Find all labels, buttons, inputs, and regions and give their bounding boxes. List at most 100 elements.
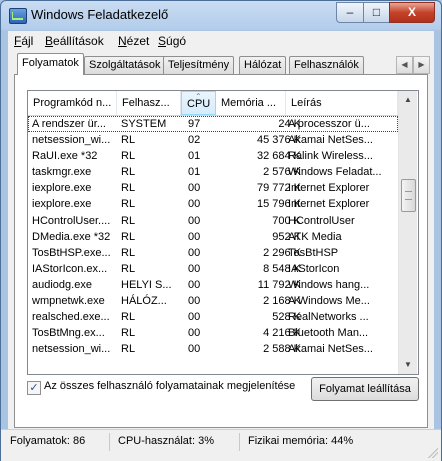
process-cpu: 01 [188, 166, 201, 179]
process-user: RL [121, 246, 136, 259]
menu-file[interactable]: Fájl [14, 34, 33, 48]
process-cpu: 00 [188, 343, 201, 356]
table-row[interactable]: realsched.exe... RL 00 528 K RealNetworks ..… [28, 309, 398, 325]
process-user: SYSTEM [121, 118, 167, 130]
close-button[interactable]: X [389, 2, 435, 23]
tab-networking[interactable]: Hálózat [239, 56, 287, 74]
table-row[interactable]: netsession_wi... RL 00 2 588 K Akamai NetSes… [28, 341, 398, 357]
column-cpu[interactable]: ⌃ CPU [181, 91, 216, 115]
menu-bar: Fájl Beállítások Nézet Súgó [8, 31, 434, 51]
table-row[interactable]: iexplore.exe RL 00 15 796 K Internet Explore… [28, 196, 398, 212]
process-user: RL [121, 214, 136, 227]
process-user: RL [121, 182, 136, 195]
process-description: A Windows Me... [288, 295, 370, 308]
process-rows: A rendszer ür... SYSTEM 97 24 KA processzor… [28, 116, 398, 357]
table-row[interactable]: TosBtHSP.exe... RL 00 2 296 K TosBtHSP [28, 245, 398, 261]
process-name: IAStorIcon.ex... [32, 262, 108, 275]
table-row[interactable]: taskmgr.exe RL 01 2 576 K Windows Feladat... [28, 164, 398, 180]
process-user: RL [121, 198, 136, 211]
end-process-button[interactable]: Folyamat leállítása [311, 377, 419, 401]
process-cpu: 00 [188, 198, 201, 211]
process-name: TosBtHSP.exe... [32, 246, 111, 259]
column-user-name[interactable]: Felhasz... [117, 91, 181, 115]
process-name: HControlUser.... [32, 214, 111, 227]
process-cpu: 00 [188, 295, 201, 308]
process-name: A rendszer ür... [32, 118, 106, 130]
process-cpu: 97 [188, 118, 201, 130]
process-description: A processzor ü... [288, 118, 370, 130]
status-separator [109, 433, 110, 451]
process-description: TosBtHSP [288, 246, 339, 259]
tab-processes[interactable]: Folyamatok [17, 53, 84, 75]
process-user: RL [121, 343, 136, 356]
process-description: Internet Explorer [288, 182, 370, 195]
process-description: Windows Feladat... [288, 166, 382, 179]
table-row[interactable]: HControlUser.... RL 00 700 K HControlUser [28, 213, 398, 229]
process-description: HControlUser [288, 214, 355, 227]
process-description: Internet Explorer [288, 198, 370, 211]
column-header: Programkód n... Felhasz... ⌃ CPU Memória … [28, 91, 398, 116]
process-name: iexplore.exe [32, 182, 92, 195]
sort-ascending-icon: ⌃ [195, 92, 202, 101]
tab-performance[interactable]: Teljesítmény [163, 56, 235, 74]
table-row[interactable]: iexplore.exe RL 00 79 772 K Internet Explore… [28, 180, 398, 196]
table-row[interactable]: RaUI.exe *32 RL 01 32 684 K Ralink Wireless.… [28, 148, 398, 164]
process-cpu: 00 [188, 327, 201, 340]
show-all-users-checkbox[interactable]: ✓ [27, 381, 41, 395]
maximize-button[interactable]: □ [363, 2, 390, 23]
task-manager-icon [9, 8, 27, 24]
column-memory[interactable]: Memória ... [216, 91, 286, 115]
tab-strip: Folyamatok Szolgáltatások Teljesítmény H… [14, 53, 430, 75]
tab-users[interactable]: Felhasználók [289, 56, 364, 74]
resize-grip[interactable] [428, 448, 438, 458]
status-process-count: Folyamatok: 86 [10, 435, 86, 447]
process-cpu: 01 [188, 150, 201, 163]
process-list[interactable]: Programkód n... Felhasz... ⌃ CPU Memória … [27, 90, 419, 375]
menu-options[interactable]: Beállítások [45, 34, 104, 48]
table-row[interactable]: IAStorIcon.ex... RL 00 8 548 K IAStorIcon [28, 261, 398, 277]
tab-scroll-left-button[interactable]: ◀ [396, 56, 413, 74]
table-row[interactable]: TosBtMng.ex... RL 00 4 216 K Bluetooth Man..… [28, 325, 398, 341]
scroll-up-button[interactable]: ▲ [400, 92, 416, 108]
show-all-users-label: Az összes felhasználó folyamatainak megj… [44, 380, 296, 392]
title-bar[interactable]: Windows Feladatkezelő – □ X [1, 1, 441, 31]
process-cpu: 00 [188, 182, 201, 195]
tab-services[interactable]: Szolgáltatások [84, 56, 166, 74]
process-description: ATK Media [288, 230, 342, 243]
process-description: IAStorIcon [288, 262, 340, 275]
minimize-button[interactable]: – [336, 2, 364, 23]
window-title: Windows Feladatkezelő [31, 7, 169, 22]
process-name: RaUI.exe *32 [32, 150, 98, 163]
menu-view[interactable]: Nézet [118, 34, 149, 48]
vertical-scrollbar[interactable]: ▲ ▼ [398, 91, 417, 374]
process-name: netsession_wi... [32, 134, 111, 147]
process-cpu: 00 [188, 214, 201, 227]
process-cpu: 00 [188, 230, 201, 243]
process-description: Ralink Wireless... [288, 150, 373, 163]
process-cpu: 00 [188, 278, 201, 291]
client-area: Fájl Beállítások Nézet Súgó Folyamatok S… [8, 31, 434, 429]
tab-scroll-right-button[interactable]: ▶ [413, 56, 430, 74]
process-user: RL [121, 327, 136, 340]
table-row[interactable]: audiodg.exe HELYI S... 00 11 792 K Windows h… [28, 277, 398, 293]
menu-help[interactable]: Súgó [158, 34, 186, 48]
process-name: netsession_wi... [32, 343, 111, 356]
table-row[interactable]: A rendszer ür... SYSTEM 97 24 KA processzor… [28, 116, 398, 133]
process-user: HÁLÓZ... [121, 295, 167, 308]
process-cpu: 00 [188, 311, 201, 324]
process-description: RealNetworks ... [288, 311, 369, 324]
process-user: RL [121, 166, 136, 179]
column-image-name[interactable]: Programkód n... [28, 91, 117, 115]
process-description: Akamai NetSes... [288, 343, 373, 356]
scroll-down-button[interactable]: ▼ [400, 357, 416, 373]
process-description: Windows hang... [288, 278, 370, 291]
process-name: DMedia.exe *32 [32, 230, 111, 243]
scroll-thumb[interactable] [401, 179, 416, 212]
process-user: RL [121, 134, 136, 147]
task-manager-window: Windows Feladatkezelő – □ X Fájl Beállít… [0, 0, 442, 461]
column-description[interactable]: Leírás [286, 91, 398, 115]
process-name: audiodg.exe [32, 278, 92, 291]
table-row[interactable]: wmpnetwk.exe HÁLÓZ... 00 2 168 KA Windows M… [28, 293, 398, 309]
table-row[interactable]: DMedia.exe *32 RL 00 952 K ATK Media [28, 229, 398, 245]
table-row[interactable]: netsession_wi... RL 02 45 376 K Akamai NetSe… [28, 132, 398, 148]
